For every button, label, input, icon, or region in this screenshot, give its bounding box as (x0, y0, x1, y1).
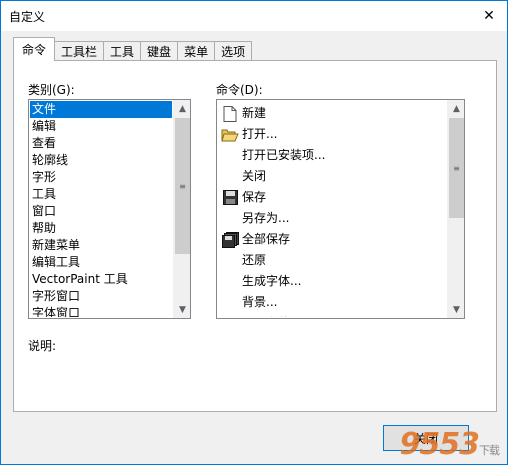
new-document-icon (218, 103, 242, 124)
command-item[interactable]: 打开已安装项... (218, 145, 446, 166)
command-label: 打开... (242, 127, 278, 141)
command-item[interactable]: 打开... (218, 124, 446, 145)
commands-items: 新建打开... 打开已安装项... 关闭保存另存为... 全部保存还原生成字体... 背… (218, 103, 446, 317)
command-label: 公用字体 (242, 313, 290, 317)
category-item[interactable]: 编辑 (30, 118, 172, 135)
command-label: 还原 (242, 253, 267, 267)
command-label: 关闭 (242, 169, 267, 183)
save-disk-icon (218, 187, 242, 208)
tab-toolbars[interactable]: 工具栏 (54, 41, 105, 61)
tab-panel: 类别(G): 命令(D): 文件 编辑 查看 轮廓线 字形 工具 窗口 帮助 新建菜单 编辑工具 V… (13, 60, 497, 412)
blank-icon (218, 292, 242, 313)
title-bar[interactable]: 自定义 ✕ (1, 1, 507, 31)
open-folder-icon (218, 124, 242, 145)
watermark-logo: 9553下载 (399, 427, 501, 462)
scroll-thumb[interactable]: ≡ (175, 118, 190, 254)
customize-dialog: 自定义 ✕ 命令 工具栏 工具 键盘 菜单 选项 类别(G): 命令(D): 文… (0, 0, 508, 465)
window-title: 自定义 (9, 10, 46, 24)
command-label: 生成字体... (242, 274, 302, 288)
command-label: 背景... (242, 295, 278, 309)
category-item[interactable]: VectorPaint 工具 (30, 271, 172, 288)
category-item[interactable]: 窗口 (30, 203, 172, 220)
categories-list[interactable]: 文件 编辑 查看 轮廓线 字形 工具 窗口 帮助 新建菜单 编辑工具 VectorPaint 工具字… (28, 99, 191, 319)
command-item[interactable]: 背景... (218, 292, 446, 313)
tab-options[interactable]: 选项 (214, 41, 253, 61)
categories-items: 文件 编辑 查看 轮廓线 字形 工具 窗口 帮助 新建菜单 编辑工具 VectorPaint 工具字… (30, 101, 172, 317)
scroll-down-icon[interactable]: ▼ (448, 301, 464, 318)
blank-icon (218, 250, 242, 271)
close-icon[interactable]: ✕ (477, 5, 501, 26)
category-item[interactable]: 工具 (30, 186, 172, 203)
category-item[interactable]: 轮廓线 (30, 152, 172, 169)
scroll-down-icon[interactable]: ▼ (174, 301, 190, 318)
category-item[interactable]: 编辑工具 (30, 254, 172, 271)
tab-keyboard[interactable]: 键盘 (140, 41, 179, 61)
category-item[interactable]: 新建菜单 (30, 237, 172, 254)
command-item[interactable]: 新建 (218, 103, 446, 124)
blank-icon (218, 145, 242, 166)
command-label: 保存 (242, 190, 267, 204)
command-item[interactable]: 关闭 (218, 166, 446, 187)
description-label: 说明: (28, 339, 57, 353)
scroll-up-icon[interactable]: ▲ (448, 100, 464, 117)
categories-scrollbar[interactable]: ▲ ≡ ▼ (173, 100, 190, 318)
tab-strip: 命令 工具栏 工具 键盘 菜单 选项 (13, 37, 253, 61)
command-item[interactable]: 保存 (218, 187, 446, 208)
blank-icon (218, 271, 242, 292)
tab-commands[interactable]: 命令 (13, 37, 56, 61)
command-label: 另存为... (242, 211, 290, 225)
category-item[interactable]: 查看 (30, 135, 172, 152)
category-item[interactable]: 字体窗口 (30, 305, 172, 317)
category-item[interactable]: 字形窗口 (30, 288, 172, 305)
command-item[interactable]: 全部保存 (218, 229, 446, 250)
category-item[interactable]: 字形 (30, 169, 172, 186)
command-label: 打开已安装项... (242, 148, 326, 162)
scroll-thumb[interactable]: ≡ (449, 118, 464, 218)
commands-scrollbar[interactable]: ▲ ≡ ▼ (447, 100, 464, 318)
scroll-up-icon[interactable]: ▲ (174, 100, 190, 117)
blank-icon (218, 208, 242, 229)
save-all-icon (218, 229, 242, 250)
command-item[interactable]: 另存为... (218, 208, 446, 229)
category-item[interactable]: 文件 (30, 101, 172, 118)
command-label: 全部保存 (242, 232, 291, 246)
commands-label: 命令(D): (216, 83, 263, 97)
command-label: 新建 (242, 106, 267, 120)
category-item[interactable]: 帮助 (30, 220, 172, 237)
categories-label: 类别(G): (28, 83, 75, 97)
command-item[interactable]: 公用字体 (218, 313, 446, 317)
command-item[interactable]: 生成字体... (218, 271, 446, 292)
tab-tools[interactable]: 工具 (103, 41, 142, 61)
blank-icon (218, 166, 242, 187)
commands-list[interactable]: 新建打开... 打开已安装项... 关闭保存另存为... 全部保存还原生成字体... 背… (216, 99, 465, 319)
command-item[interactable]: 还原 (218, 250, 446, 271)
blank-icon (218, 313, 242, 317)
tab-menu[interactable]: 菜单 (177, 41, 216, 61)
